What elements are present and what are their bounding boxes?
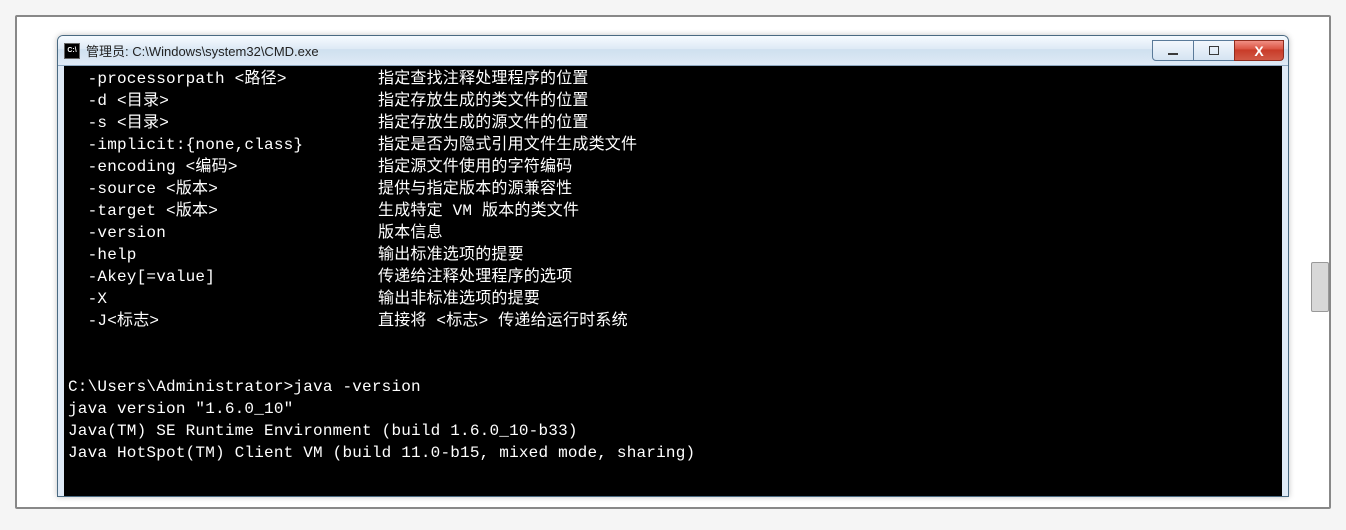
output-line: Java HotSpot(TM) Client VM (build 11.0-b…: [68, 442, 1278, 464]
outer-scroll-thumb[interactable]: [1311, 262, 1329, 312]
help-option-line: -version版本信息: [68, 222, 1278, 244]
blank-line: [68, 354, 1278, 376]
maximize-icon: [1209, 46, 1219, 55]
option-desc: 直接将 <标志> 传递给运行时系统: [378, 312, 628, 330]
maximize-button[interactable]: [1193, 40, 1235, 61]
window-title: 管理员: C:\Windows\system32\CMD.exe: [86, 41, 1152, 60]
minimize-icon: [1168, 53, 1178, 55]
option-desc: 指定查找注释处理程序的位置: [378, 70, 589, 88]
screenshot-frame: C:\ 管理员: C:\Windows\system32\CMD.exe X -…: [15, 15, 1331, 509]
help-option-line: -J<标志>直接将 <标志> 传递给运行时系统: [68, 310, 1278, 332]
option-flag: -s <目录>: [68, 112, 378, 134]
help-option-line: -Akey[=value]传递给注释处理程序的选项: [68, 266, 1278, 288]
option-desc: 指定是否为隐式引用文件生成类文件: [378, 136, 637, 154]
option-desc: 指定源文件使用的字符编码: [378, 158, 572, 176]
help-option-line: -encoding <编码>指定源文件使用的字符编码: [68, 156, 1278, 178]
option-desc: 生成特定 VM 版本的类文件: [378, 202, 579, 220]
terminal-output[interactable]: -processorpath <路径>指定查找注释处理程序的位置 -d <目录>…: [58, 66, 1288, 496]
option-flag: -source <版本>: [68, 178, 378, 200]
option-desc: 输出非标准选项的提要: [378, 290, 540, 308]
window-buttons: X: [1152, 40, 1284, 61]
minimize-button[interactable]: [1152, 40, 1194, 61]
help-option-line: -implicit:{none,class}指定是否为隐式引用文件生成类文件: [68, 134, 1278, 156]
help-option-line: -X输出非标准选项的提要: [68, 288, 1278, 310]
help-option-line: -help输出标准选项的提要: [68, 244, 1278, 266]
close-button[interactable]: X: [1234, 40, 1284, 61]
help-option-line: -processorpath <路径>指定查找注释处理程序的位置: [68, 68, 1278, 90]
cmd-window: C:\ 管理员: C:\Windows\system32\CMD.exe X -…: [57, 35, 1289, 497]
help-option-line: -target <版本>生成特定 VM 版本的类文件: [68, 200, 1278, 222]
option-flag: -implicit:{none,class}: [68, 134, 378, 156]
option-flag: -version: [68, 222, 378, 244]
option-desc: 指定存放生成的类文件的位置: [378, 92, 589, 110]
output-line: Java(TM) SE Runtime Environment (build 1…: [68, 420, 1278, 442]
option-desc: 输出标准选项的提要: [378, 246, 524, 264]
blank-line: [68, 332, 1278, 354]
option-desc: 传递给注释处理程序的选项: [378, 268, 572, 286]
option-flag: -encoding <编码>: [68, 156, 378, 178]
option-flag: -processorpath <路径>: [68, 68, 378, 90]
help-option-line: -d <目录>指定存放生成的类文件的位置: [68, 90, 1278, 112]
option-flag: -J<标志>: [68, 310, 378, 332]
help-option-line: -s <目录>指定存放生成的源文件的位置: [68, 112, 1278, 134]
option-flag: -Akey[=value]: [68, 266, 378, 288]
option-flag: -help: [68, 244, 378, 266]
close-icon: X: [1254, 43, 1263, 59]
prompt-line: C:\Users\Administrator>java -version: [68, 376, 1278, 398]
option-desc: 版本信息: [378, 224, 443, 242]
option-desc: 指定存放生成的源文件的位置: [378, 114, 589, 132]
option-flag: -X: [68, 288, 378, 310]
cmd-icon: C:\: [64, 43, 80, 59]
help-option-line: -source <版本>提供与指定版本的源兼容性: [68, 178, 1278, 200]
window-titlebar[interactable]: C:\ 管理员: C:\Windows\system32\CMD.exe X: [58, 36, 1288, 66]
option-desc: 提供与指定版本的源兼容性: [378, 180, 572, 198]
option-flag: -d <目录>: [68, 90, 378, 112]
option-flag: -target <版本>: [68, 200, 378, 222]
output-line: java version "1.6.0_10": [68, 398, 1278, 420]
